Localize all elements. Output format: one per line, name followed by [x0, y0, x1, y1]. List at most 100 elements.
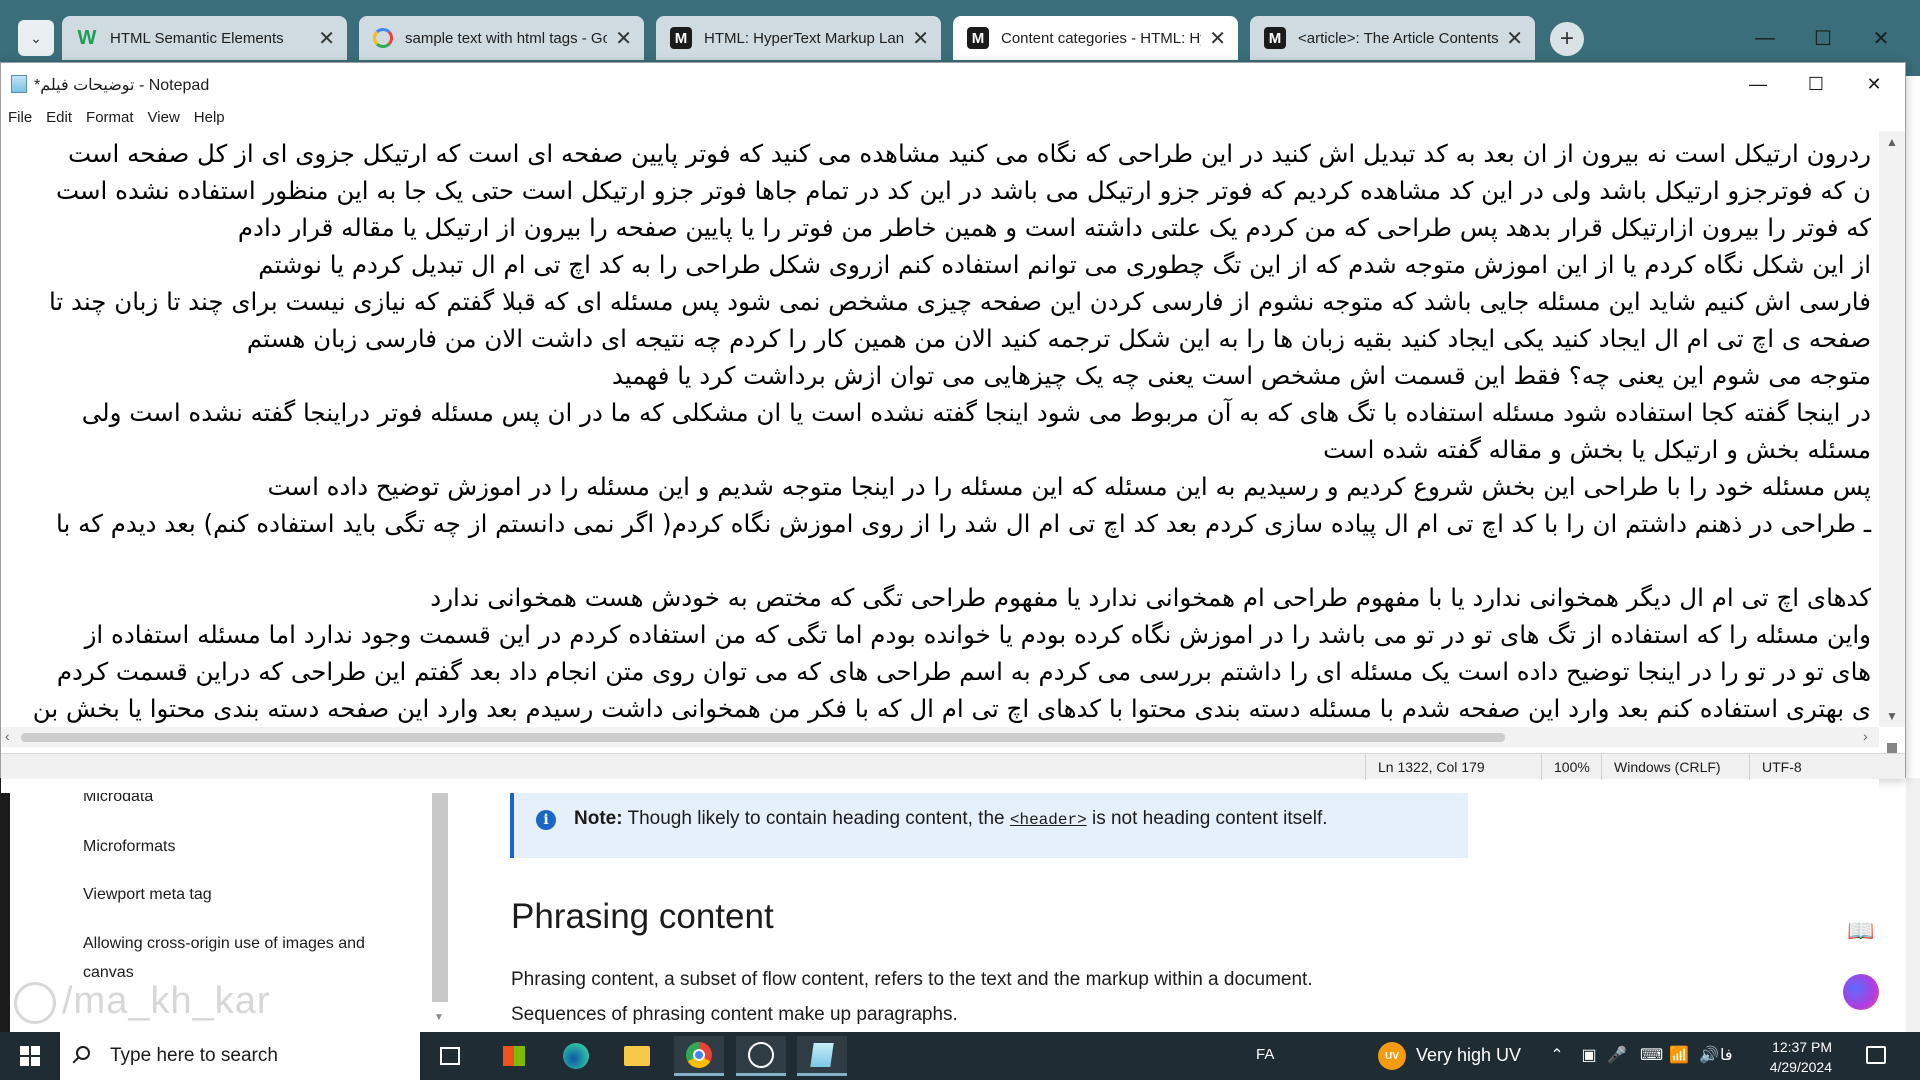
menu-format[interactable]: Format: [79, 105, 141, 131]
scroll-left-icon[interactable]: ‹: [5, 728, 10, 744]
sidebar-scroll-down-icon[interactable]: ▼: [434, 1012, 444, 1023]
file-explorer-button[interactable]: [612, 1036, 662, 1076]
tab-html-semantic-elements[interactable]: W HTML Semantic Elements ✕: [62, 16, 347, 60]
clock-date: 4/29/2024: [1769, 1059, 1832, 1075]
tab-close-icon[interactable]: ✕: [615, 26, 632, 51]
notepad-menubar: File Edit Format View Help: [1, 105, 1905, 131]
notepad-titlebar[interactable]: *توضیحات فیلم - Notepad — ☐ ✕: [1, 63, 1905, 105]
mdn-icon: M: [670, 27, 692, 49]
clock[interactable]: 12:37 PM 4/29/2024: [1746, 1037, 1832, 1077]
browser-close-icon[interactable]: ✕: [1851, 20, 1911, 56]
ime-indicator[interactable]: فا: [1720, 1045, 1733, 1064]
vertical-scrollbar[interactable]: ▲ ▼: [1879, 131, 1905, 763]
notepad-taskbar-button[interactable]: [797, 1036, 847, 1076]
text-line: پس مسئله خود را با طراحی این بخش شروع کر…: [267, 472, 1871, 501]
notepad-text-area[interactable]: ردرون ارتیکل است نه بیرون از ان بعد به ک…: [1, 131, 1879, 793]
taskbar-search[interactable]: [60, 1032, 420, 1080]
search-input[interactable]: [110, 1044, 400, 1068]
minimize-icon[interactable]: —: [1729, 63, 1787, 105]
notepad-window: *توضیحات فیلم - Notepad — ☐ ✕ File Edit …: [0, 62, 1906, 793]
close-icon[interactable]: ✕: [1845, 63, 1903, 105]
sidebar-scrollbar[interactable]: [432, 778, 448, 1002]
notepad-app-icon: [11, 75, 27, 93]
tab-article-element[interactable]: M <article>: The Article Contents ✕: [1250, 16, 1535, 60]
header-code-link[interactable]: <header>: [1010, 811, 1087, 829]
chevron-up-icon[interactable]: ⌃: [1546, 1045, 1568, 1065]
chrome-icon: [686, 1041, 712, 1068]
horizontal-scroll-thumb[interactable]: [21, 733, 1505, 742]
chrome-button[interactable]: [674, 1036, 724, 1076]
menu-help[interactable]: Help: [187, 105, 232, 131]
tab-title: <article>: The Article Contents: [1298, 29, 1499, 47]
obs-button[interactable]: [736, 1036, 786, 1076]
tab-google-search[interactable]: G sample text with html tags - Go ✕: [359, 16, 644, 60]
ai-assistant-icon[interactable]: [1843, 974, 1879, 1010]
microphone-icon[interactable]: 🎤: [1606, 1045, 1628, 1065]
sidebar-item-microformats[interactable]: Microformats: [83, 832, 413, 861]
task-view-icon: [440, 1047, 460, 1065]
weather-text[interactable]: Very high UV: [1416, 1045, 1521, 1066]
note-body-before: Though likely to contain heading content…: [622, 808, 1010, 829]
start-button[interactable]: [10, 1040, 50, 1072]
text-line: ردرون ارتیکل است نه بیرون از ان بعد به ک…: [67, 139, 1871, 168]
notepad-statusbar: Ln 1322, Col 179 100% Windows (CRLF) UTF…: [1, 753, 1905, 780]
watermark: /ma_kh_kar: [14, 980, 271, 1024]
watermark-text: /ma_kh_kar: [62, 980, 271, 1022]
reader-mode-icon[interactable]: 📖: [1846, 916, 1876, 946]
line-ending: Windows (CRLF): [1601, 754, 1751, 780]
text-line: ن که فوترجزو ارتیکل باشد ولی در این کد م…: [55, 176, 1871, 205]
browser-minimize-icon[interactable]: —: [1735, 20, 1795, 56]
tab-html-hypertext[interactable]: M HTML: HyperText Markup Langu ✕: [656, 16, 941, 60]
sidebar-item-viewport-meta[interactable]: Viewport meta tag: [83, 880, 413, 909]
meet-now-icon[interactable]: ▣: [1578, 1045, 1600, 1065]
text-line: که فوتر را بیرون ازارتیکل قرار بدهد پس ط…: [237, 213, 1871, 242]
new-tab-button[interactable]: +: [1550, 22, 1584, 56]
section-paragraph: Phrasing content, a subset of flow conte…: [511, 962, 1511, 1032]
microsoft-store-button[interactable]: [489, 1036, 539, 1076]
horizontal-scrollbar[interactable]: ‹ ›: [1, 727, 1879, 747]
obs-icon: [748, 1041, 774, 1068]
text-line: از این شکل نگاه کردم یا از این اموزش متو…: [258, 250, 1871, 279]
tab-search-dropdown-icon[interactable]: ⌄: [18, 20, 54, 56]
menu-file[interactable]: File: [1, 105, 39, 131]
text-line: ـ طراحی در ذهنم داشتم ان را با کد اچ تی …: [56, 509, 1871, 538]
keyboard-icon[interactable]: ⌨: [1640, 1045, 1663, 1065]
scroll-right-icon[interactable]: ›: [1863, 728, 1868, 744]
tab-close-icon[interactable]: ✕: [912, 26, 929, 51]
tab-title: sample text with html tags - Go: [405, 29, 608, 47]
mdn-icon: M: [1264, 27, 1286, 49]
browser-maximize-icon[interactable]: ☐: [1793, 20, 1853, 56]
tab-close-icon[interactable]: ✕: [1506, 26, 1523, 51]
scroll-down-icon[interactable]: ▼: [1886, 709, 1898, 723]
notepad-icon: [810, 1042, 834, 1067]
menu-edit[interactable]: Edit: [39, 105, 79, 131]
paragraph-line: Sequences of phrasing content make up pa…: [511, 1004, 958, 1025]
tab-close-icon[interactable]: ✕: [1209, 26, 1226, 51]
text-line: واین مسئله را که استفاده از تگ های تو در…: [84, 620, 1871, 649]
note-label: Note:: [574, 808, 623, 829]
volume-icon[interactable]: 🔊: [1698, 1045, 1720, 1065]
mdn-icon: M: [967, 27, 989, 49]
page-scrollbar[interactable]: [1906, 778, 1920, 1032]
weather-uv-icon[interactable]: UV: [1378, 1042, 1406, 1070]
scroll-up-icon[interactable]: ▲: [1886, 135, 1898, 149]
input-language[interactable]: FA: [1256, 1046, 1274, 1063]
maximize-icon[interactable]: ☐: [1787, 63, 1845, 105]
tab-close-icon[interactable]: ✕: [318, 26, 335, 51]
edge-button[interactable]: [551, 1036, 601, 1076]
mdn-sidebar-edge: [0, 778, 10, 1032]
sidebar-item-cross-origin[interactable]: Allowing cross-origin use of images and …: [83, 929, 413, 987]
cursor-position: Ln 1322, Col 179: [1365, 754, 1541, 780]
section-heading: Phrasing content: [511, 897, 774, 936]
text-line: های تو در تو را در اینجا توضیح داده است …: [56, 657, 1871, 686]
wifi-icon[interactable]: 📶: [1668, 1045, 1690, 1065]
encoding: UTF-8: [1749, 754, 1879, 780]
text-line: فارسی اش کنیم شاید این مسئله جایی باشد ک…: [48, 287, 1871, 316]
task-view-button[interactable]: [425, 1036, 475, 1076]
notification-center-icon[interactable]: [1866, 1046, 1886, 1064]
menu-view[interactable]: View: [141, 105, 187, 131]
tab-content-categories[interactable]: M Content categories - HTML: Hy ✕: [953, 16, 1238, 60]
google-icon: G: [373, 28, 393, 48]
watermark-logo-icon: [14, 981, 56, 1024]
folder-icon: [624, 1046, 650, 1066]
